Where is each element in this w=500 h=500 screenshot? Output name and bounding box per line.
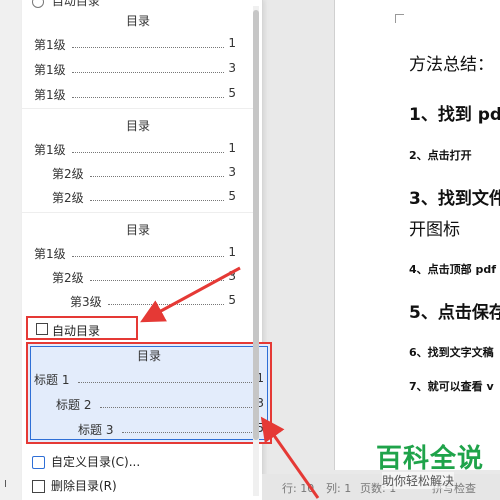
- page-corner-mark: [395, 14, 404, 23]
- status-col: 列: 1: [326, 482, 352, 495]
- toc-row-page: 3: [228, 269, 236, 283]
- divider: [22, 108, 254, 109]
- doc-line: 2、点击打开: [409, 149, 472, 162]
- toc-leader: [72, 97, 224, 98]
- watermark-logo: 百科全说: [376, 444, 485, 474]
- toc-row-page: 5: [228, 189, 236, 203]
- doc-line: 1、找到 pdf: [409, 105, 500, 125]
- toc-row-label: 第2级: [52, 191, 84, 205]
- toc-row-page: 1: [228, 36, 236, 50]
- toc-row: 第1级 1: [22, 141, 254, 159]
- toc-row-label: 第1级: [34, 143, 66, 157]
- toc-style-selected[interactable]: 目录 标题 1 1 标题 2 3 标题 3 5: [26, 342, 272, 444]
- toc-leader: [72, 152, 224, 153]
- toc-style-3[interactable]: 目录: [22, 221, 254, 238]
- toc-leader: [78, 382, 254, 383]
- toc-style-title: 目录: [125, 223, 150, 237]
- toc-row: 第1级 5: [22, 86, 254, 104]
- toc-leader: [72, 72, 224, 73]
- toc-row-label: 第1级: [34, 38, 66, 52]
- toc-style-title: 目录: [125, 119, 150, 133]
- toc-style-title: 目录: [136, 349, 161, 363]
- doc-line: 6、找到文字文稿: [409, 346, 494, 359]
- watermark-tagline: 助你轻松解决: [382, 472, 455, 489]
- toc-row-label: 第2级: [52, 167, 84, 181]
- doc-line: 开图标: [409, 220, 460, 240]
- doc-line: 4、点击顶部 pdf: [409, 263, 497, 276]
- toc-leader: [122, 432, 254, 433]
- toc-row-page: 3: [228, 61, 236, 75]
- toc-row-label: 标题 3: [78, 423, 114, 437]
- doc-line: 3、找到文件: [409, 189, 500, 209]
- custom-toc-label: 自定义目录(C)...: [51, 455, 141, 469]
- auto-toc-button[interactable]: 自动目录: [26, 316, 138, 340]
- toc-row: 第2级 3: [22, 165, 254, 183]
- custom-toc-menu-item[interactable]: 自定义目录(C)...: [32, 453, 140, 470]
- toc-leader: [100, 407, 254, 408]
- delete-icon: [32, 480, 45, 493]
- toc-row: 标题 3 5: [28, 421, 270, 439]
- status-row: 行: 10: [282, 482, 315, 495]
- document-page[interactable]: 方法总结： 1、找到 pdf 2、点击打开 3、找到文件 开图标 4、点击顶部 …: [334, 0, 500, 470]
- toc-leader: [90, 200, 224, 201]
- auto-toc-top-label: 自动目录: [51, 0, 100, 8]
- scrollbar-thumb[interactable]: [253, 10, 259, 440]
- toc-row-page: 1: [228, 141, 236, 155]
- toc-style-title: 目录: [125, 14, 150, 28]
- toc-row-page: 5: [228, 293, 236, 307]
- doc-line: 7、就可以查看 v: [409, 380, 494, 393]
- toc-icon: [32, 0, 44, 8]
- delete-toc-label: 删除目录(R): [51, 479, 117, 493]
- toc-row: 第1级 1: [22, 36, 254, 54]
- doc-line: 方法总结：: [409, 55, 494, 75]
- toc-leader: [108, 304, 224, 305]
- edit-icon: [32, 456, 45, 469]
- toc-row-page: 1: [228, 245, 236, 259]
- toc-row-label: 第2级: [52, 271, 84, 285]
- toc-row: 第2级 5: [22, 189, 254, 207]
- toc-leader: [90, 280, 224, 281]
- toc-row-page: 3: [228, 165, 236, 179]
- toc-leader: [72, 256, 224, 257]
- toc-row-label: 第1级: [34, 88, 66, 102]
- toc-row: 标题 1 1: [28, 371, 270, 389]
- toc-row: 第3级 5: [22, 293, 254, 311]
- toc-leader: [72, 47, 224, 48]
- toc-leader: [90, 176, 224, 177]
- toc-style-1[interactable]: 目录: [22, 12, 254, 29]
- auto-toc-top-item[interactable]: 自动目录: [32, 0, 100, 9]
- toc-row-label: 标题 2: [56, 398, 92, 412]
- toc-row: 标题 2 3: [28, 396, 270, 414]
- toc-style-2[interactable]: 目录: [22, 117, 254, 134]
- toc-row-label: 第1级: [34, 63, 66, 77]
- toc-row-label: 第1级: [34, 247, 66, 261]
- toc-row-page: 5: [228, 86, 236, 100]
- toc-row: 第1级 1: [22, 245, 254, 263]
- toc-row-label: 标题 1: [34, 373, 70, 387]
- doc-line: 5、点击保存: [409, 303, 500, 323]
- divider: [22, 212, 254, 213]
- status-bar: 行: 10 列: 1 页数: 1 拼写检查: [262, 474, 500, 500]
- toc-row: 第2级 3: [22, 269, 254, 287]
- cursor-marker: I: [4, 479, 7, 490]
- left-strip: I: [0, 0, 22, 500]
- toc-row: 第1级 3: [22, 61, 254, 79]
- toc-row-label: 第3级: [70, 295, 102, 309]
- toc-icon: [36, 323, 48, 335]
- delete-toc-menu-item[interactable]: 删除目录(R): [32, 477, 117, 494]
- toc-popup-panel: 自动目录 目录 第1级 1 第1级 3 第1级 5 目录 第1级 1 第2级 3…: [22, 0, 272, 500]
- auto-toc-label: 自动目录: [52, 324, 101, 338]
